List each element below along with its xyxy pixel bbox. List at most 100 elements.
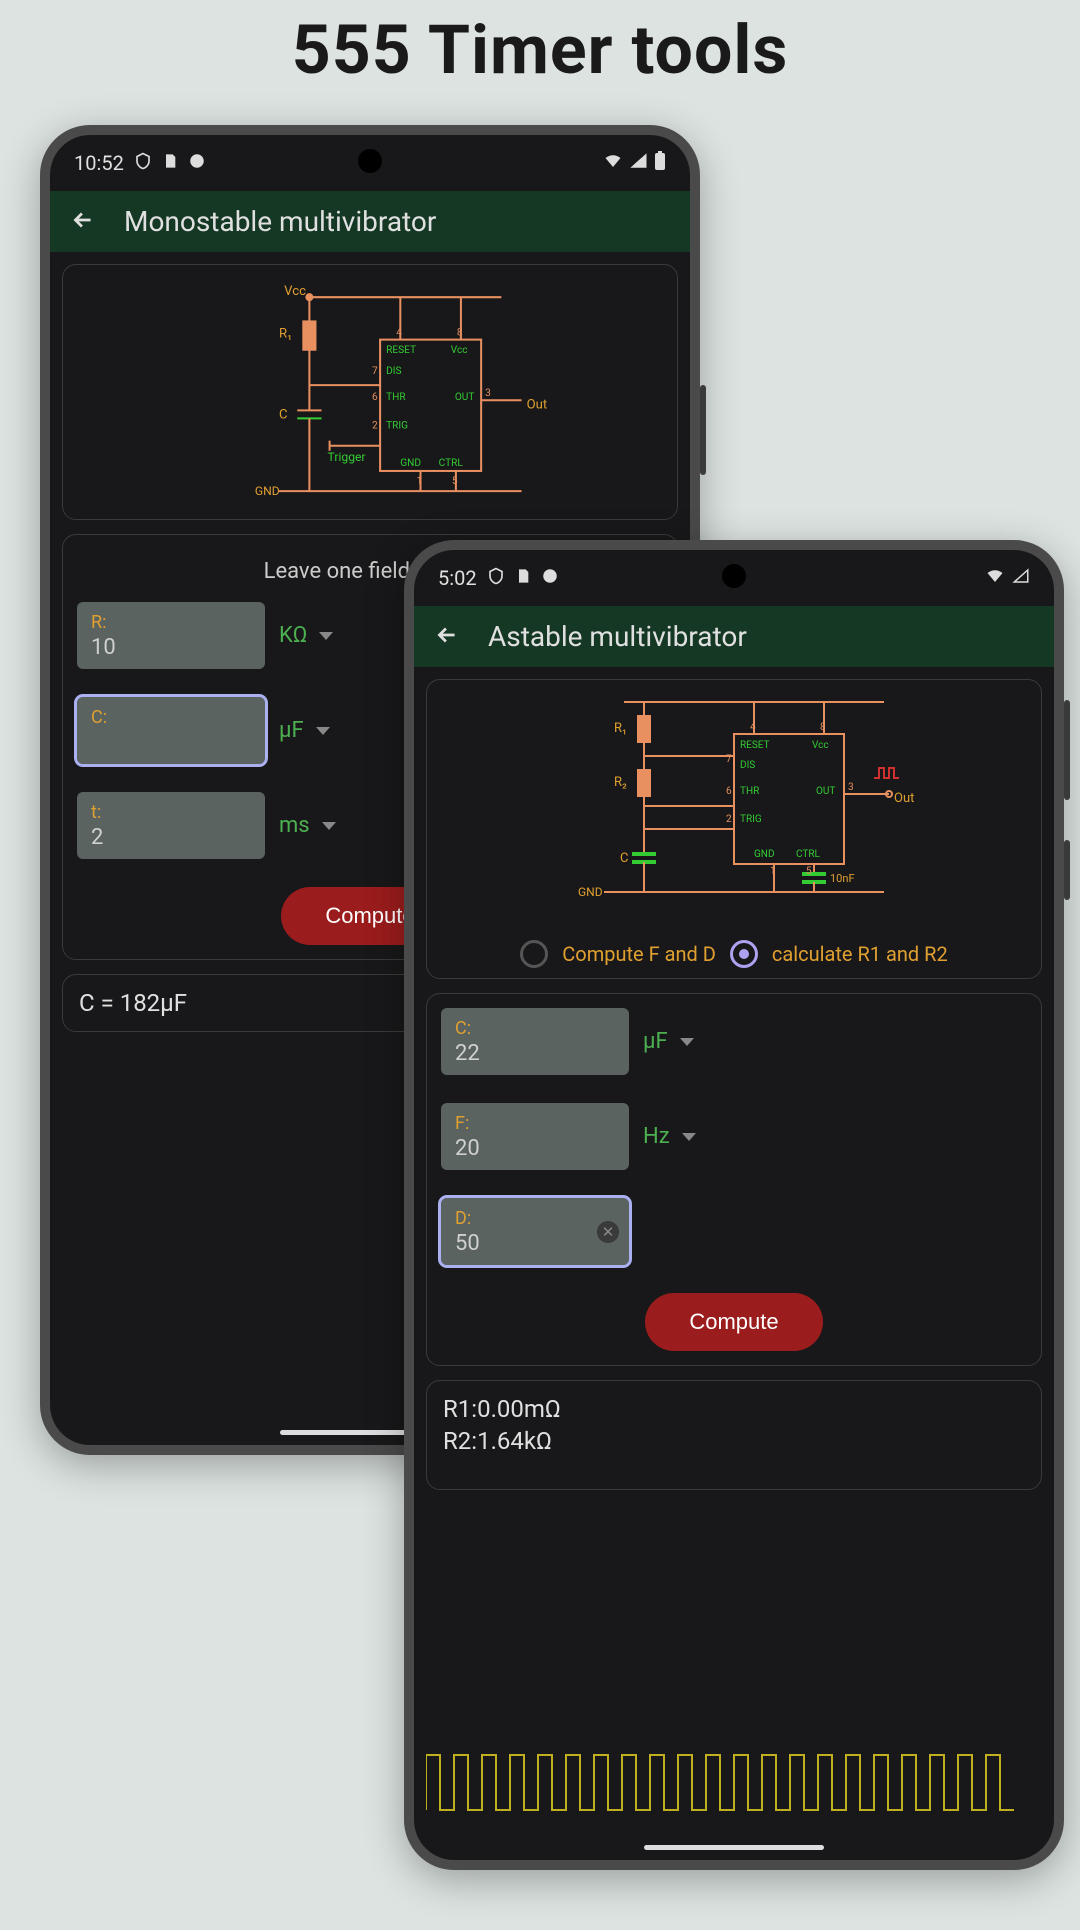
page-title: 555 Timer tools xyxy=(0,10,1080,90)
sd-icon xyxy=(515,566,531,590)
svg-text:OUT: OUT xyxy=(455,392,475,403)
back-icon[interactable] xyxy=(70,207,96,237)
svg-text:3: 3 xyxy=(485,388,491,399)
svg-text:Vcc: Vcc xyxy=(284,284,306,299)
shield-icon xyxy=(134,151,152,175)
svg-text:5: 5 xyxy=(452,476,458,487)
svg-text:Vcc: Vcc xyxy=(812,740,829,751)
svg-text:8: 8 xyxy=(820,722,826,733)
svg-text:1: 1 xyxy=(770,866,776,877)
svg-text:THR: THR xyxy=(386,392,406,403)
c-value: 22 xyxy=(455,1041,615,1067)
svg-text:GND: GND xyxy=(255,484,280,498)
sd-icon xyxy=(162,151,178,175)
svg-text:6: 6 xyxy=(726,786,732,797)
svg-text:Trigger: Trigger xyxy=(328,450,366,464)
svg-text:TRIG: TRIG xyxy=(740,814,762,825)
status-time: 5:02 xyxy=(438,566,477,590)
c-label: C: xyxy=(91,707,251,728)
home-indicator[interactable] xyxy=(644,1845,824,1850)
compute-button[interactable]: Compute xyxy=(645,1293,822,1351)
circuit-card: R₁ R₂ C GND Out RESET Vcc DIS THR OUT TR… xyxy=(426,679,1042,979)
svg-text:RESET: RESET xyxy=(740,740,770,751)
d-value: 50 xyxy=(455,1231,615,1257)
svg-text:8: 8 xyxy=(457,328,463,339)
svg-text:C: C xyxy=(620,851,628,866)
svg-text:OUT: OUT xyxy=(816,786,835,797)
waveform-output xyxy=(426,1740,1026,1820)
wifi-icon xyxy=(602,151,624,175)
svg-text:CTRL: CTRL xyxy=(796,849,820,860)
d-input[interactable]: D: 50 ✕ xyxy=(441,1198,629,1265)
svg-text:5: 5 xyxy=(806,866,812,877)
battery-icon xyxy=(654,151,666,176)
chevron-down-icon xyxy=(319,632,333,640)
svg-text:10nF: 10nF xyxy=(830,872,855,885)
svg-text:Vcc: Vcc xyxy=(451,345,468,356)
svg-text:R₂: R₂ xyxy=(614,775,627,790)
circuit-diagram-monostable: Vcc R₁ C Trigger GND Out RESET Vcc DIS T… xyxy=(77,279,663,501)
t-unit-select[interactable]: ms xyxy=(279,813,336,838)
svg-text:DIS: DIS xyxy=(740,760,755,771)
input-card: C: 22 µF F: 20 Hz xyxy=(426,993,1042,1366)
svg-text:TRIG: TRIG xyxy=(386,421,408,432)
app-bar: Astable multivibrator xyxy=(414,606,1054,667)
svg-text:3: 3 xyxy=(848,782,854,793)
f-unit-select[interactable]: Hz xyxy=(643,1124,696,1149)
t-value: 2 xyxy=(91,825,251,851)
wifi-icon xyxy=(984,566,1006,590)
c-input[interactable]: C: 22 xyxy=(441,1008,629,1075)
svg-text:GND: GND xyxy=(754,849,775,860)
svg-text:1: 1 xyxy=(416,476,422,487)
radio-compute-fd[interactable] xyxy=(520,940,548,968)
radio-calc-r1r2[interactable] xyxy=(730,940,758,968)
f-value: 20 xyxy=(455,1136,615,1162)
back-icon[interactable] xyxy=(434,622,460,652)
f-input[interactable]: F: 20 xyxy=(441,1103,629,1170)
svg-text:GND: GND xyxy=(400,458,421,469)
svg-text:R₁: R₁ xyxy=(279,327,292,342)
svg-text:Out: Out xyxy=(894,791,914,806)
t-label: t: xyxy=(91,802,251,823)
app-title: Monostable multivibrator xyxy=(124,205,436,238)
chevron-down-icon xyxy=(680,1038,694,1046)
clear-icon[interactable]: ✕ xyxy=(597,1221,619,1243)
radio-label-r1r2: calculate R1 and R2 xyxy=(772,942,948,966)
circuit-card: Vcc R₁ C Trigger GND Out RESET Vcc DIS T… xyxy=(62,264,678,520)
c-unit-select[interactable]: µF xyxy=(643,1029,694,1054)
svg-text:7: 7 xyxy=(726,754,732,765)
app-bar: Monostable multivibrator xyxy=(50,191,690,252)
d-label: D: xyxy=(455,1208,615,1229)
c-unit-select[interactable]: µF xyxy=(279,718,330,743)
svg-text:DIS: DIS xyxy=(386,366,401,377)
svg-text:C: C xyxy=(279,407,288,422)
circuit-diagram-astable: R₁ R₂ C GND Out RESET Vcc DIS THR OUT TR… xyxy=(441,694,1027,924)
r-input[interactable]: R: 10 xyxy=(77,602,265,669)
svg-text:RESET: RESET xyxy=(386,345,416,356)
signal-icon xyxy=(1012,566,1030,590)
circle-icon xyxy=(188,151,206,175)
svg-text:6: 6 xyxy=(372,392,378,403)
chevron-down-icon xyxy=(316,727,330,735)
c-label: C: xyxy=(455,1018,615,1039)
radio-label-fd: Compute F and D xyxy=(562,942,716,966)
f-label: F: xyxy=(455,1113,615,1134)
status-time: 10:52 xyxy=(74,151,124,175)
result-r1: R1:0.00mΩ xyxy=(443,1395,1025,1423)
phone-frame-2: 5:02 Astable multivibrator xyxy=(404,540,1064,1870)
svg-text:4: 4 xyxy=(750,722,756,733)
c-input[interactable]: C: xyxy=(77,697,265,764)
r-unit-select[interactable]: KΩ xyxy=(279,623,333,648)
svg-text:CTRL: CTRL xyxy=(439,458,464,469)
svg-text:4: 4 xyxy=(396,328,402,339)
chevron-down-icon xyxy=(682,1133,696,1141)
svg-text:THR: THR xyxy=(740,786,759,797)
shield-icon xyxy=(487,566,505,590)
svg-text:2: 2 xyxy=(726,814,732,825)
svg-text:2: 2 xyxy=(372,421,378,432)
chevron-down-icon xyxy=(322,822,336,830)
t-input[interactable]: t: 2 xyxy=(77,792,265,859)
r-value: 10 xyxy=(91,635,251,661)
svg-text:7: 7 xyxy=(372,366,378,377)
r-label: R: xyxy=(91,612,251,633)
